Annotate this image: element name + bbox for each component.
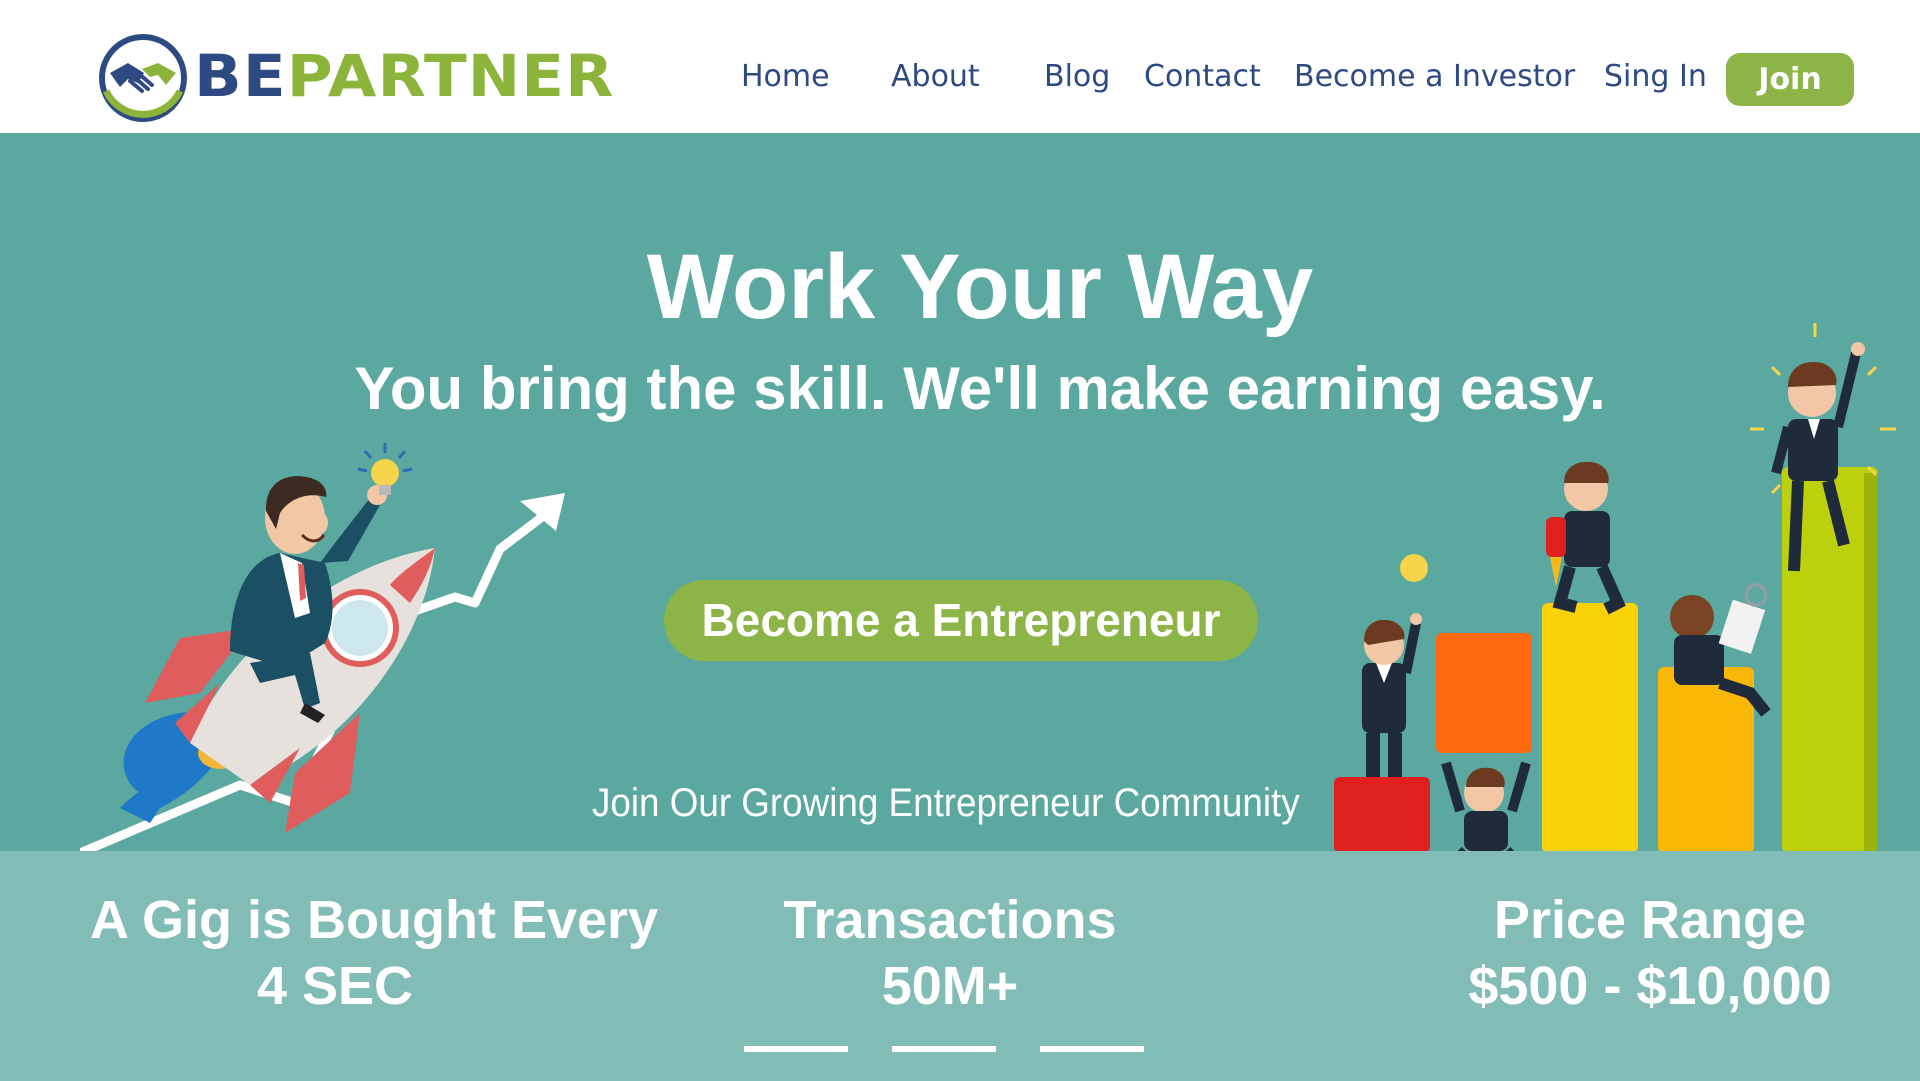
community-text: Join Our Growing Entrepreneur Community	[592, 781, 1300, 825]
nav-become-investor[interactable]: Become a Investor	[1294, 55, 1575, 99]
carousel-indicator-2[interactable]	[892, 1046, 996, 1052]
nav-sign-in[interactable]: Sing In	[1604, 55, 1707, 99]
stat-transactions: Transactions 50M+	[710, 887, 1190, 1019]
stat-transactions-value: 50M+	[881, 956, 1019, 1016]
stat-price-range: Price Range $500 - $10,000	[1430, 887, 1870, 1019]
nav-about[interactable]: About	[891, 55, 980, 99]
hero-section: Work Your Way You bring the skill. We'll…	[0, 133, 1920, 851]
nav-contact[interactable]: Contact	[1144, 55, 1261, 99]
nav-blog[interactable]: Blog	[1044, 55, 1110, 99]
stat-gig-value: 4 SEC	[256, 956, 414, 1016]
stat-price-value: $500 - $10,000	[1468, 956, 1832, 1016]
brand-wordmark: BEPARTNER	[194, 47, 614, 105]
brand-wordmark-partner: PARTNER	[286, 42, 615, 110]
stat-price-label: Price Range	[1493, 890, 1807, 950]
rocket-businessman-illustration	[80, 443, 565, 851]
hero-subtitle: You bring the skill. We'll make earning …	[354, 355, 1606, 422]
brand-logo[interactable]: BEPARTNER	[98, 33, 613, 125]
person-with-jetpack	[1546, 461, 1626, 615]
carousel-indicators	[744, 1046, 1144, 1054]
brand-wordmark-be: BE	[194, 42, 287, 110]
nav-home[interactable]: Home	[741, 55, 830, 99]
person-lifting-bar	[1441, 761, 1531, 851]
carousel-indicator-1[interactable]	[744, 1046, 848, 1052]
stat-transactions-label: Transactions	[783, 890, 1117, 950]
carousel-indicator-3[interactable]	[1040, 1046, 1144, 1052]
join-button[interactable]: Join	[1726, 53, 1854, 106]
site-header: BEPARTNER Home About Blog Contact Become…	[0, 0, 1920, 133]
stat-gig-label: A Gig is Bought Every	[90, 890, 659, 950]
stat-gig-frequency: A Gig is Bought Every 4 SEC	[90, 887, 659, 1019]
hero-title: Work Your Way	[646, 236, 1314, 338]
stats-band: A Gig is Bought Every 4 SEC Transactions…	[0, 851, 1920, 1081]
person-on-red-bar	[1362, 554, 1428, 777]
handshake-icon	[99, 34, 187, 122]
become-entrepreneur-button[interactable]: Become a Entrepreneur	[664, 580, 1258, 661]
